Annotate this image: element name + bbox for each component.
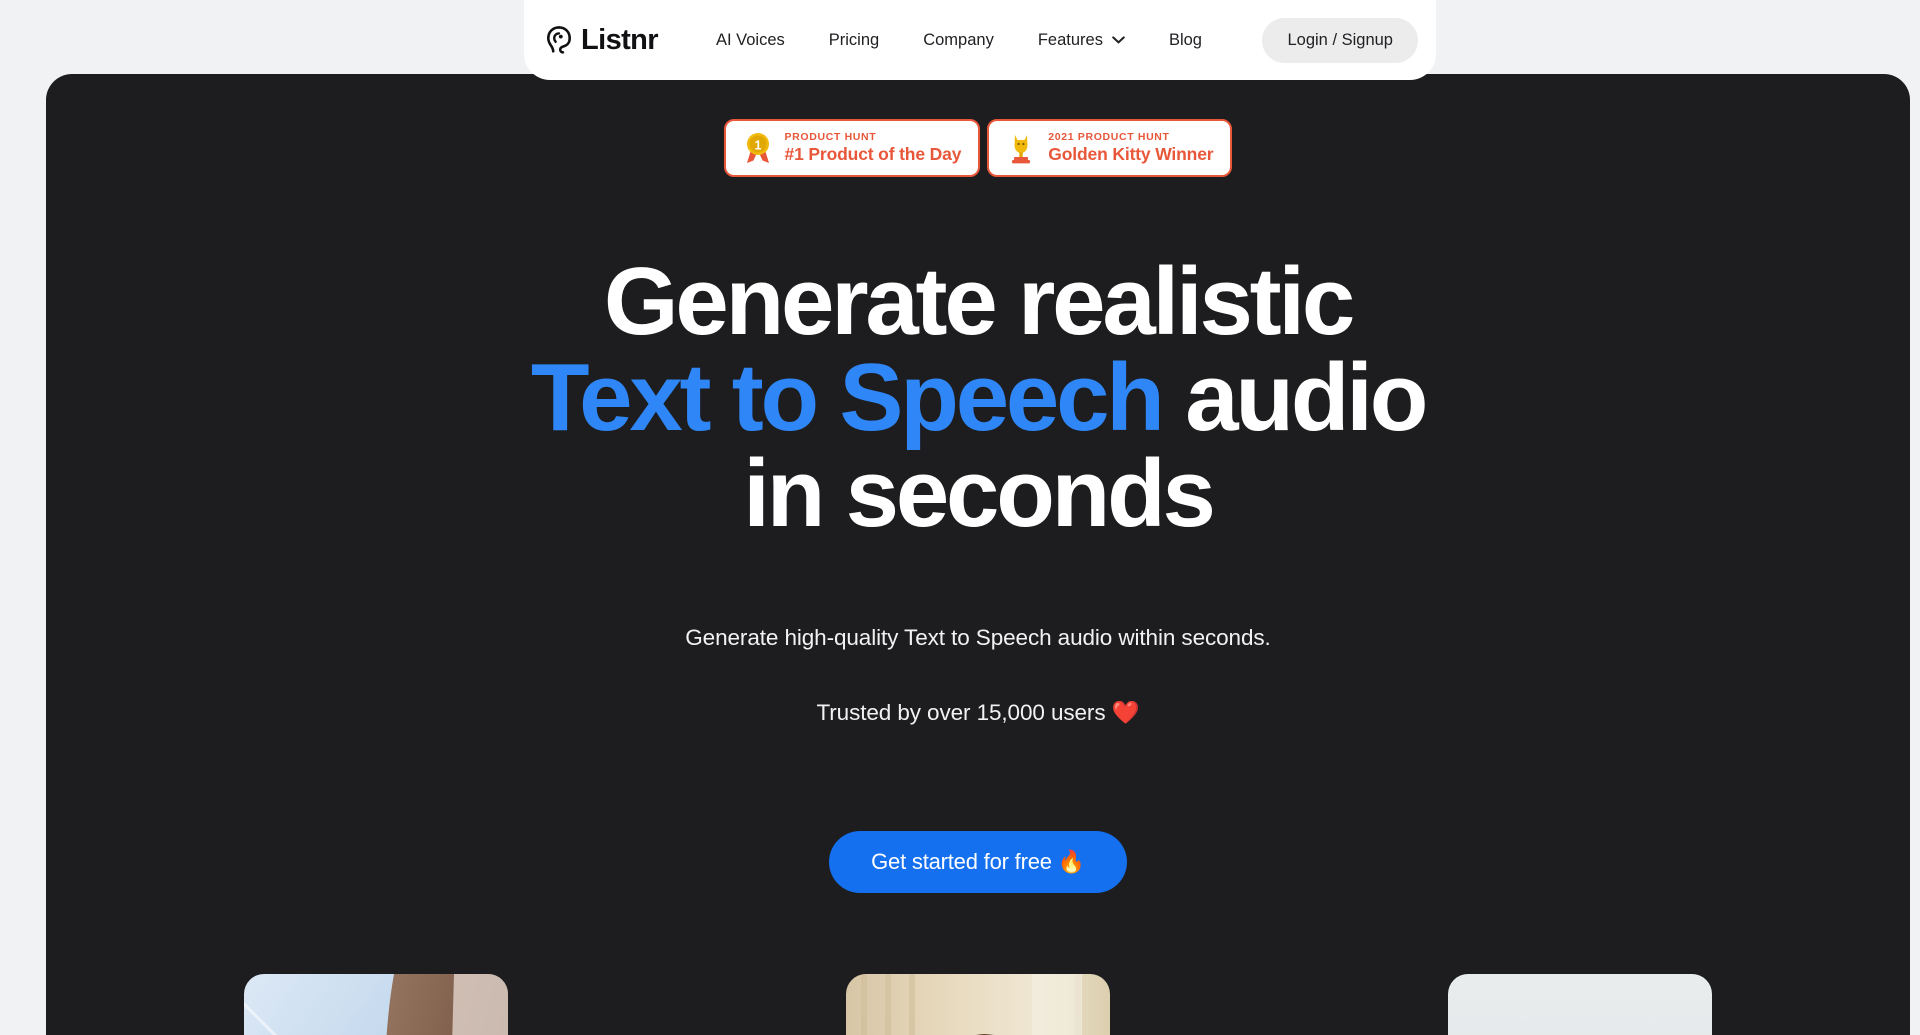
hero-trust-line: Trusted by over 15,000 users ❤️ [816, 699, 1140, 725]
nav-link-label: Pricing [828, 30, 880, 49]
nav-link-label: Features [1037, 30, 1103, 49]
headline-line-1: Generate realistic [603, 248, 1355, 355]
nav-link-pricing[interactable]: Pricing [807, 21, 901, 60]
hero-gallery [46, 974, 1910, 1035]
nav-links: AI Voices Pricing Company Features Blog [694, 21, 1263, 60]
nav-link-label: Blog [1168, 30, 1202, 49]
hero-panel: 1 PRODUCT HUNT #1 Product of the Day 202… [46, 74, 1910, 1035]
nav-link-label: Company [923, 30, 994, 49]
headline-line-2-tail: audio [1161, 344, 1428, 451]
hero-subcopy: Generate high-quality Text to Speech aud… [46, 622, 1910, 729]
gallery-image-overcast-sky[interactable] [1448, 974, 1712, 1035]
login-signup-button[interactable]: Login / Signup [1262, 17, 1418, 63]
badge-kicker: 2021 PRODUCT HUNT [1048, 130, 1170, 143]
page-root: 1 PRODUCT HUNT #1 Product of the Day 202… [0, 0, 1920, 1035]
get-started-button[interactable]: Get started for free 🔥 [829, 831, 1127, 893]
gallery-image-smiling-man[interactable] [846, 974, 1110, 1035]
badge-kicker: PRODUCT HUNT [784, 130, 877, 143]
headline-accent: Text to Speech [530, 344, 1165, 451]
ear-logo-icon [544, 25, 574, 55]
award-badges: 1 PRODUCT HUNT #1 Product of the Day 202… [46, 119, 1910, 177]
badge-title: Golden Kitty Winner [1048, 144, 1214, 165]
nav-link-label: AI Voices [715, 30, 785, 49]
cta-container: Get started for free 🔥 [46, 831, 1910, 893]
golden-kitty-trophy-icon [1006, 131, 1036, 165]
top-navbar: Listnr AI Voices Pricing Company Feature… [524, 0, 1436, 80]
nav-link-company[interactable]: Company [901, 21, 1016, 60]
badge-product-of-the-day[interactable]: 1 PRODUCT HUNT #1 Product of the Day [723, 119, 981, 177]
badge-text-group: 2021 PRODUCT HUNT Golden Kitty Winner [1048, 130, 1214, 165]
brand-name: Listnr [581, 23, 659, 56]
badge-title: #1 Product of the Day [784, 144, 962, 165]
nav-link-blog[interactable]: Blog [1147, 21, 1224, 60]
gold-medal-icon: 1 [743, 131, 773, 165]
nav-link-ai-voices[interactable]: AI Voices [694, 21, 807, 60]
hero-headline: Generate realistic Text to Speech audio … [46, 254, 1910, 542]
headline-line-3: in seconds [743, 440, 1216, 547]
hero-subtitle: Generate high-quality Text to Speech aud… [685, 625, 1271, 650]
chevron-down-icon [1112, 36, 1125, 44]
gallery-image-phone-handwriting[interactable] [244, 974, 508, 1035]
badge-text-group: PRODUCT HUNT #1 Product of the Day [784, 130, 962, 165]
svg-text:1: 1 [754, 139, 761, 153]
badge-golden-kitty[interactable]: 2021 PRODUCT HUNT Golden Kitty Winner [987, 119, 1233, 177]
nav-link-features[interactable]: Features [1016, 21, 1147, 60]
brand-logo[interactable]: Listnr [544, 23, 659, 57]
